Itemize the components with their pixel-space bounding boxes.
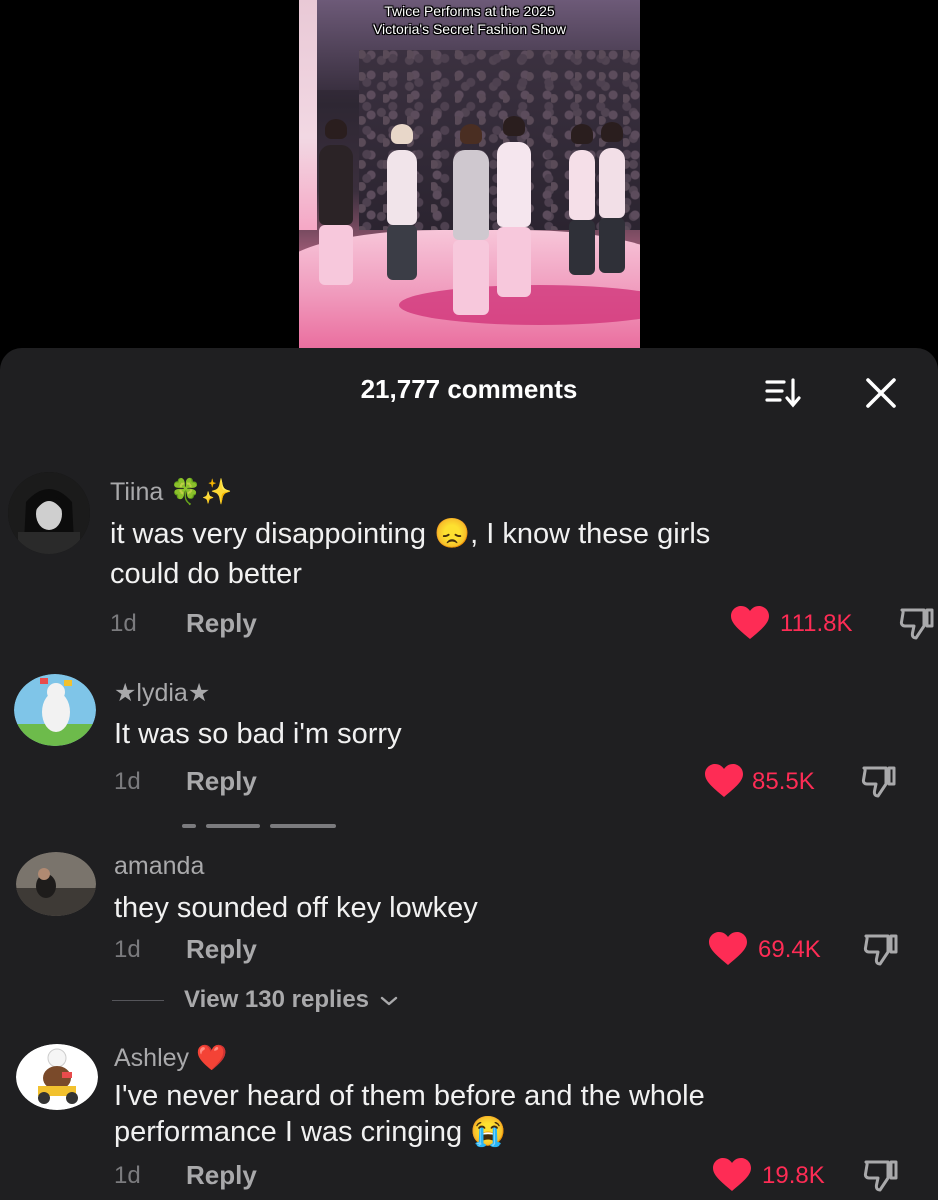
avatar-image [8, 472, 90, 554]
avatar[interactable] [14, 674, 96, 746]
page: Twice Performs at the 2025 Victoria's Se… [0, 0, 938, 1200]
avatar[interactable] [16, 1044, 98, 1110]
sort-icon[interactable] [764, 376, 804, 410]
comment-username[interactable]: ★lydia★ [114, 678, 210, 708]
view-replies-label: View 130 replies [184, 986, 370, 1013]
comment-time: 1d [114, 1162, 141, 1189]
performer [599, 122, 625, 273]
comment-username[interactable]: Ashley ❤️ [114, 1044, 227, 1073]
replies-divider [112, 1000, 164, 1002]
dislike-icon[interactable] [862, 930, 900, 968]
avatar-image [16, 1044, 98, 1110]
comment-text-line: it was very disappointing 😞, I know thes… [110, 518, 711, 550]
close-icon[interactable] [862, 374, 900, 412]
comments-sheet: 21,777 comments Tiina 🍀✨ it was very dis… [0, 348, 938, 1200]
hidden-replies-link[interactable] [182, 824, 392, 832]
avatar-image [16, 852, 96, 916]
like-count: 69.4K [758, 936, 821, 963]
performer [319, 119, 353, 285]
comment-text: it was very disappointing 😞, I know thes… [110, 514, 910, 594]
like-count: 85.5K [752, 768, 815, 795]
comment-username[interactable]: Tiina 🍀✨ [110, 478, 232, 507]
reply-button[interactable]: Reply [186, 766, 257, 797]
comment-text-line: performance I was cringing 😭 [114, 1116, 507, 1148]
reply-button[interactable]: Reply [186, 1160, 257, 1191]
video-thumbnail[interactable]: Twice Performs at the 2025 Victoria's Se… [299, 0, 640, 348]
avatar[interactable] [8, 472, 90, 554]
comment-time: 1d [110, 610, 137, 637]
comment-text-line: they sounded off key lowkey [114, 892, 478, 924]
video-title: Twice Performs at the 2025 Victoria's Se… [299, 2, 640, 38]
performer [387, 124, 417, 280]
chevron-down-icon [380, 996, 397, 1005]
comment-text: It was so bad i'm sorry [114, 714, 894, 754]
dislike-icon[interactable] [862, 1156, 900, 1194]
like-count: 19.8K [762, 1162, 825, 1189]
comment-text-line: could do better [110, 558, 302, 590]
reply-button[interactable]: Reply [186, 934, 257, 965]
comment-text-line: It was so bad i'm sorry [114, 718, 402, 750]
performer [497, 116, 531, 297]
video-title-line2: Victoria's Secret Fashion Show [372, 21, 567, 37]
performer [453, 124, 489, 315]
comment-time: 1d [114, 768, 141, 795]
heart-icon[interactable] [730, 606, 770, 640]
comment-username[interactable]: amanda [114, 852, 204, 881]
comment-text: I've never heard of them before and the … [114, 1078, 914, 1150]
dislike-icon[interactable] [860, 762, 898, 800]
view-replies-button[interactable]: View 130 replies [112, 986, 398, 1014]
comments-header: 21,777 comments [0, 348, 938, 434]
reply-button[interactable]: Reply [186, 608, 257, 639]
avatar[interactable] [16, 852, 96, 916]
heart-icon[interactable] [704, 764, 744, 798]
comment-text: they sounded off key lowkey [114, 888, 894, 928]
performer [569, 124, 595, 275]
heart-icon[interactable] [708, 932, 748, 966]
avatar-image [14, 674, 96, 746]
video-title-line1: Twice Performs at the 2025 [384, 3, 555, 19]
comment-text-line: I've never heard of them before and the … [114, 1080, 705, 1112]
heart-icon[interactable] [712, 1158, 752, 1192]
comment-time: 1d [114, 936, 141, 963]
like-count: 111.8K [780, 610, 853, 637]
dislike-icon[interactable] [898, 604, 936, 642]
